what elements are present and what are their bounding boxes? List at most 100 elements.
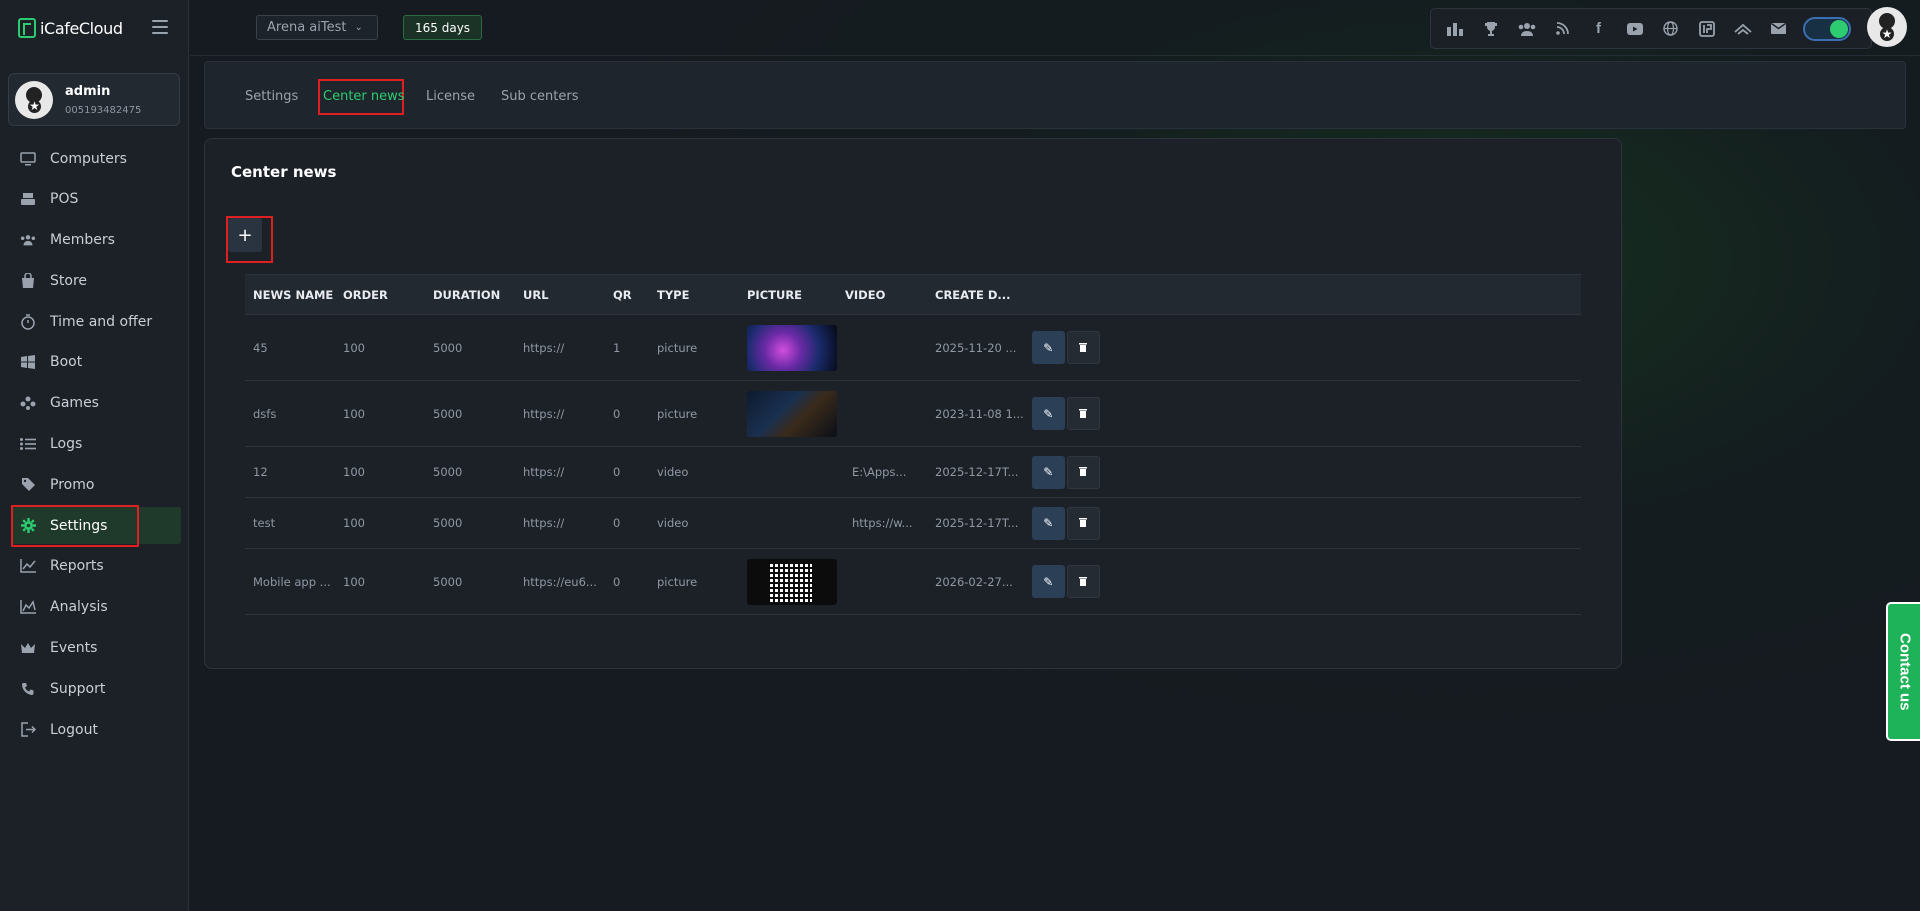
column-header[interactable]: VIDEO	[837, 274, 927, 315]
sidebar-item-boot[interactable]: Boot	[12, 344, 181, 381]
sidebar-item-pos[interactable]: POS	[12, 181, 181, 218]
news-thumbnail[interactable]	[747, 390, 837, 437]
trash-icon	[1079, 341, 1088, 355]
qr-code-thumbnail[interactable]	[747, 558, 837, 605]
cell-create-date: 2026-02-27...	[927, 548, 1024, 615]
edit-button[interactable]: ✎	[1031, 397, 1065, 430]
delete-button[interactable]	[1066, 331, 1100, 364]
edit-button[interactable]: ✎	[1031, 455, 1065, 489]
sidebar-item-analysis[interactable]: Analysis	[12, 589, 181, 626]
cell-actions: ✎	[1023, 314, 1581, 381]
table-row[interactable]: 12 100 5000 https:// 0 video E:\Apps... …	[245, 446, 1581, 498]
icafe-icon[interactable]	[1691, 13, 1722, 44]
cell-url: https://	[515, 380, 605, 447]
tab-settings[interactable]: Settings	[245, 89, 298, 104]
double-chevron-icon[interactable]	[1727, 13, 1758, 44]
center-select[interactable]: Arena aiTest ⌄	[256, 15, 378, 40]
cell-duration: 5000	[425, 380, 515, 447]
sidebar-item-time-and-offer[interactable]: Time and offer	[12, 303, 181, 340]
page-title: Center news	[231, 163, 337, 181]
table-header-row: NEWS NAME ORDER DURATION URL QR TYPE PIC…	[245, 274, 1581, 315]
mail-icon[interactable]	[1763, 13, 1794, 44]
sidebar-item-logs[interactable]: Logs	[12, 426, 181, 463]
trophy-icon[interactable]	[1475, 13, 1506, 44]
topbar: Arena aiTest ⌄ 165 days f	[190, 0, 1920, 56]
sidebar-item-support[interactable]: Support	[12, 670, 181, 707]
cell-create-date: 2025-11-20 ...	[927, 314, 1024, 381]
cell-picture	[739, 380, 837, 447]
cell-type: video	[649, 497, 739, 549]
sidebar-item-label: Games	[50, 395, 99, 412]
cell-url: https://	[515, 446, 605, 498]
facebook-icon[interactable]: f	[1583, 13, 1614, 44]
column-header[interactable]: DURATION	[425, 274, 515, 315]
delete-button[interactable]	[1066, 455, 1100, 489]
sidebar-item-label: Members	[50, 232, 115, 249]
logout-icon	[20, 722, 36, 738]
sidebar-item-label: Time and offer	[50, 313, 153, 330]
edit-button[interactable]: ✎	[1031, 565, 1065, 598]
sidebar-item-label: Logout	[50, 721, 98, 738]
sidebar-item-events[interactable]: Events	[12, 630, 181, 667]
app-logo[interactable]: iCafeCloud	[18, 18, 123, 38]
column-header[interactable]: QR	[605, 274, 649, 315]
leaderboard-icon[interactable]	[1439, 13, 1470, 44]
sidebar-item-computers[interactable]: Computers	[12, 140, 181, 177]
rss-icon[interactable]	[1547, 13, 1578, 44]
delete-button[interactable]	[1066, 565, 1100, 598]
user-id: 005193482475	[65, 104, 142, 116]
cell-duration: 5000	[425, 446, 515, 498]
tab-sub-centers[interactable]: Sub centers	[501, 89, 578, 104]
members-icon	[20, 232, 36, 248]
cell-create-date: 2025-12-17T...	[927, 446, 1024, 498]
column-header[interactable]: PICTURE	[739, 274, 837, 315]
line-chart-icon	[20, 558, 36, 574]
pencil-icon: ✎	[1043, 574, 1054, 589]
delete-button[interactable]	[1066, 506, 1100, 540]
theme-toggle[interactable]	[1803, 16, 1851, 41]
list-icon	[20, 436, 36, 452]
delete-button[interactable]	[1066, 397, 1100, 430]
group-icon[interactable]	[1511, 13, 1542, 44]
globe-icon[interactable]	[1655, 13, 1686, 44]
contact-us-button[interactable]: Contact us	[1886, 602, 1920, 741]
sidebar-item-reports[interactable]: Reports	[12, 548, 181, 585]
profile-avatar[interactable]	[1867, 7, 1907, 47]
sidebar-item-promo[interactable]: Promo	[12, 466, 181, 503]
sidebar-item-logout[interactable]: Logout	[12, 711, 181, 748]
column-header[interactable]: NEWS NAME	[245, 274, 335, 315]
cell-create-date: 2023-11-08 1...	[927, 380, 1024, 447]
sidebar-item-store[interactable]: Store	[12, 262, 181, 299]
tab-license[interactable]: License	[426, 89, 475, 104]
youtube-icon[interactable]	[1619, 13, 1650, 44]
user-card[interactable]: admin 005193482475	[8, 73, 180, 126]
avatar	[15, 80, 53, 119]
pencil-icon: ✎	[1043, 340, 1054, 355]
news-thumbnail[interactable]	[747, 324, 837, 371]
pencil-icon: ✎	[1043, 406, 1054, 421]
edit-button[interactable]: ✎	[1031, 331, 1065, 364]
table-row[interactable]: dsfs 100 5000 https:// 0 picture 2023-11…	[245, 380, 1581, 447]
table-row[interactable]: 45 100 5000 https:// 1 picture 2025-11-2…	[245, 314, 1581, 381]
edit-button[interactable]: ✎	[1031, 506, 1065, 540]
phone-icon	[20, 681, 36, 697]
sidebar: iCafeCloud admin 005193482475 Computers …	[0, 0, 189, 911]
column-header[interactable]: ORDER	[335, 274, 425, 315]
add-news-button[interactable]: +	[228, 218, 262, 252]
column-header[interactable]: CREATE D...	[927, 274, 1024, 315]
table-row[interactable]: test 100 5000 https:// 0 video https://w…	[245, 497, 1581, 549]
column-header[interactable]: URL	[515, 274, 605, 315]
sidebar-item-label: Settings	[50, 517, 108, 534]
sidebar-item-settings[interactable]: Settings	[11, 505, 181, 548]
sidebar-item-members[interactable]: Members	[12, 222, 181, 259]
cell-duration: 5000	[425, 548, 515, 615]
icafe-logo-icon	[18, 18, 36, 38]
table-row[interactable]: Mobile app ... 100 5000 https://eu6... 0…	[245, 548, 1581, 615]
cell-type: picture	[649, 548, 739, 615]
cell-url: https://eu6...	[515, 548, 605, 615]
menu-toggle-icon[interactable]	[152, 20, 168, 34]
sidebar-item-games[interactable]: Games	[12, 385, 181, 422]
tab-center-news[interactable]: Center news	[323, 89, 405, 104]
cell-qr: 0	[605, 497, 649, 549]
column-header[interactable]: TYPE	[649, 274, 739, 315]
